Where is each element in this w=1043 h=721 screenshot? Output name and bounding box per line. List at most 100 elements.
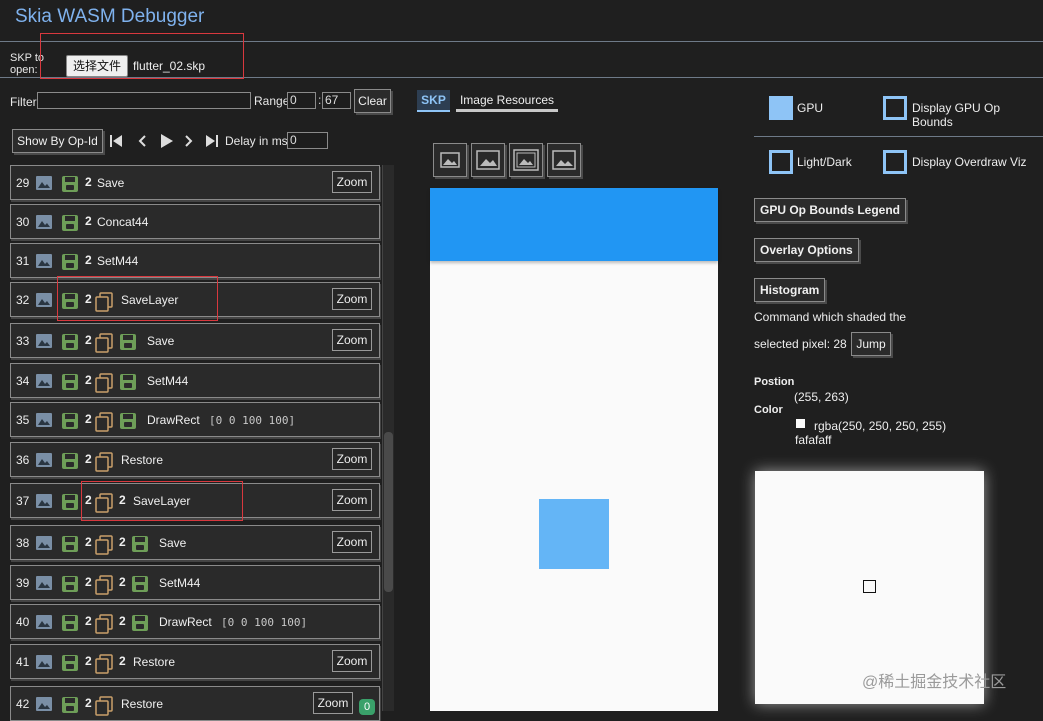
gpu-bounds-checkbox[interactable]	[883, 96, 907, 120]
command-row[interactable]: 41 2 2 Restore Zoom	[10, 644, 380, 679]
file-highlight-box	[40, 33, 244, 79]
savelayer-highlight-box-2	[81, 481, 243, 521]
delay-label: Delay in ms	[225, 134, 288, 148]
save-icon	[131, 614, 149, 635]
jump-button[interactable]: Jump	[851, 332, 891, 356]
position-value: (255, 263)	[794, 390, 849, 404]
color-swatch	[796, 419, 805, 428]
gpu-op-bounds-legend-button[interactable]: GPU Op Bounds Legend	[754, 198, 906, 222]
image-icon[interactable]	[35, 452, 53, 471]
save-icon	[61, 452, 79, 473]
command-name: SetM44	[97, 254, 139, 268]
panel-divider	[754, 136, 1043, 137]
image-icon[interactable]	[35, 253, 53, 272]
image-icon[interactable]	[35, 535, 53, 554]
command-row[interactable]: 30 2 Concat44	[10, 204, 380, 239]
save-count: 2	[85, 696, 92, 710]
command-index: 33	[16, 334, 30, 348]
zoom-button[interactable]: Zoom	[332, 650, 372, 672]
image-frame-icon	[513, 149, 539, 171]
zoom-button[interactable]: Zoom	[332, 448, 372, 470]
command-row[interactable]: 40 2 2 DrawRect [0 0 100 100]	[10, 604, 380, 639]
command-row[interactable]: 36 2 Restore Zoom	[10, 442, 380, 477]
command-row[interactable]: 42 2 Restore Zoom 0	[10, 686, 380, 721]
histogram-button[interactable]: Histogram	[754, 278, 826, 302]
view-mode-button-2[interactable]	[471, 143, 505, 177]
skip-last-icon[interactable]	[205, 134, 219, 148]
color-label: Color	[754, 404, 783, 416]
step-forward-icon[interactable]	[183, 134, 195, 148]
image-frame-icon	[552, 150, 576, 170]
range-label: Range	[254, 94, 290, 108]
save-icon	[131, 535, 149, 556]
scrollbar-thumb[interactable]	[384, 432, 393, 592]
save-icon	[61, 175, 79, 196]
image-icon[interactable]	[35, 292, 53, 311]
layer-count: 2	[119, 575, 126, 589]
filter-input[interactable]	[37, 92, 251, 109]
save-icon	[119, 373, 137, 394]
skp-canvas[interactable]	[430, 188, 718, 711]
image-icon[interactable]	[35, 175, 53, 194]
command-row[interactable]: 38 2 2 Save Zoom	[10, 525, 380, 560]
clear-button[interactable]: Clear	[354, 89, 391, 113]
save-icon	[119, 333, 137, 354]
tab-image-resources[interactable]: Image Resources	[456, 90, 558, 112]
shaded-command-text: Command which shaded the	[754, 310, 907, 324]
range-start-input[interactable]: 0	[287, 92, 316, 109]
command-args: [0 0 100 100]	[221, 616, 308, 629]
image-icon[interactable]	[35, 654, 53, 673]
range-end-input[interactable]: 67	[322, 92, 351, 109]
tab-skp[interactable]: SKP	[417, 90, 450, 112]
zoom-button[interactable]: Zoom	[332, 171, 372, 193]
zoom-button[interactable]: Zoom	[332, 531, 372, 553]
save-count: 2	[85, 412, 92, 426]
skip-first-icon[interactable]	[109, 134, 123, 148]
image-icon[interactable]	[35, 614, 53, 633]
command-name: Save	[97, 176, 125, 190]
view-mode-button-4[interactable]	[547, 143, 581, 177]
light-dark-checkbox[interactable]	[769, 150, 793, 174]
show-by-op-id-button[interactable]: Show By Op-Id	[12, 129, 103, 153]
image-icon[interactable]	[35, 412, 53, 431]
image-icon[interactable]	[35, 493, 53, 512]
delay-input[interactable]: 0	[287, 132, 328, 149]
overdraw-checkbox[interactable]	[883, 150, 907, 174]
image-icon[interactable]	[35, 696, 53, 715]
image-icon[interactable]	[35, 373, 53, 392]
gpu-checkbox[interactable]	[769, 96, 793, 120]
command-row[interactable]: 33 2 Save Zoom	[10, 323, 380, 358]
save-icon	[61, 493, 79, 514]
zoom-button[interactable]: Zoom	[332, 489, 372, 511]
command-row[interactable]: 35 2 DrawRect [0 0 100 100]	[10, 402, 380, 437]
fit-view-button[interactable]	[433, 143, 467, 177]
save-icon	[61, 253, 79, 274]
savelayer-highlight-box-1	[57, 276, 218, 321]
zoom-button[interactable]: Zoom	[332, 288, 372, 310]
image-icon[interactable]	[35, 333, 53, 352]
overlay-options-button[interactable]: Overlay Options	[754, 238, 859, 262]
save-icon	[61, 333, 79, 354]
command-name: DrawRect	[147, 413, 200, 427]
command-name: Save	[159, 536, 187, 550]
step-back-icon[interactable]	[136, 134, 148, 148]
image-icon[interactable]	[35, 575, 53, 594]
save-count: 2	[85, 614, 92, 628]
canvas-app-bar	[430, 188, 718, 261]
command-row[interactable]: 39 2 2 SetM44	[10, 565, 380, 600]
position-label: Postion	[754, 376, 795, 388]
command-index: 40	[16, 615, 30, 629]
command-row[interactable]: 31 2 SetM44	[10, 243, 380, 278]
save-count: 2	[85, 214, 92, 228]
zoom-button[interactable]: Zoom	[332, 329, 372, 351]
save-icon	[61, 535, 79, 556]
command-index: 42	[16, 697, 30, 711]
command-row[interactable]: 34 2 SetM44	[10, 363, 380, 398]
save-icon	[61, 373, 79, 394]
view-mode-button-3[interactable]	[509, 143, 543, 177]
filter-label: Filter	[10, 95, 37, 109]
command-row[interactable]: 29 2 Save Zoom	[10, 165, 380, 200]
play-icon[interactable]	[160, 133, 174, 149]
save-count: 2	[85, 535, 92, 549]
image-icon[interactable]	[35, 214, 53, 233]
